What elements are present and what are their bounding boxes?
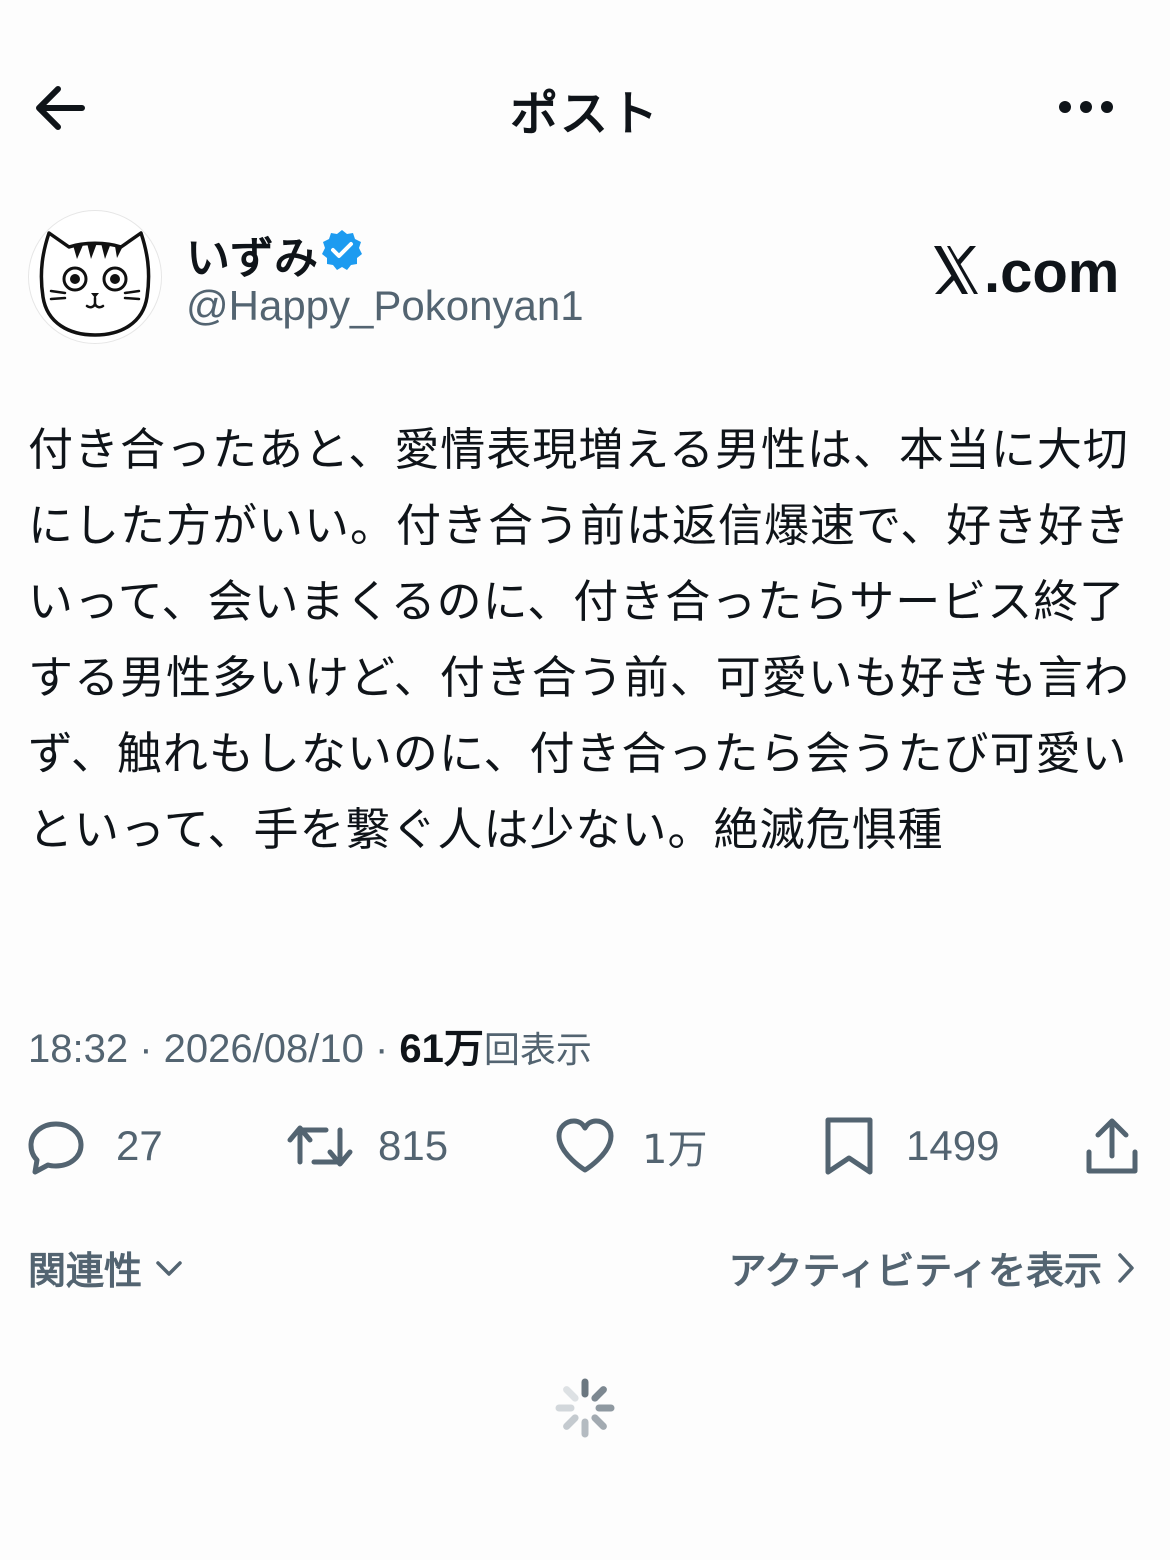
reply-button[interactable]: 27 [26,1110,163,1182]
reply-icon [28,1121,84,1175]
bookmark-count: 1499 [906,1122,1000,1169]
chevron-down-icon [156,1260,182,1276]
like-button[interactable]: 1万 [554,1110,707,1182]
repost-count: 815 [378,1122,449,1169]
loading-spinner-icon [555,1378,615,1438]
x-com-logo: .com [930,238,1119,308]
post-text: 付き合ったあと、愛情表現増える男性は、本当に大切にした方がいい。付き合う前は返信… [28,423,1131,856]
bookmark-button[interactable]: 1499 [822,1110,999,1182]
post-time[interactable]: 18:32 [28,1027,128,1071]
top-bar: ポスト [0,0,1170,210]
share-button[interactable] [1084,1110,1140,1182]
action-bar: 27 815 1万 1499 [0,1110,1170,1190]
reply-count: 27 [116,1122,163,1169]
author-name[interactable]: いずみ [186,222,318,286]
repost-icon [287,1125,353,1167]
view-activity-link[interactable]: アクティビティを表示 [728,1240,1136,1295]
like-count: 1万 [642,1127,708,1173]
repost-button[interactable]: 815 [286,1110,448,1182]
page-title: ポスト [509,86,660,142]
views-label: 回表示 [483,1030,592,1071]
meta-separator: · [128,1027,164,1071]
cat-avatar-icon [39,231,151,337]
heart-icon [556,1118,614,1173]
share-icon [1086,1118,1138,1174]
views-count: 61万 [399,1027,484,1071]
chevron-right-icon [1118,1252,1134,1283]
verified-badge-icon [322,230,362,270]
more-options-button[interactable] [1056,92,1116,122]
activity-label: アクティビティを表示 [728,1249,1102,1293]
sort-relevance-dropdown[interactable]: 関連性 [28,1240,184,1295]
relevance-label: 関連性 [28,1249,143,1293]
meta-separator: · [363,1027,400,1071]
more-dots-icon [1059,101,1113,113]
bookmark-icon [825,1117,873,1175]
post-date[interactable]: 2026/08/10 [164,1027,364,1071]
x-logo-icon [934,246,978,294]
brand-domain: .com [984,240,1120,305]
avatar[interactable] [28,210,162,344]
author-handle[interactable]: @Happy_Pokonyan1 [186,282,584,330]
post-meta: 18:32 · 2026/08/10 · 61万回表示 [28,1016,592,1074]
